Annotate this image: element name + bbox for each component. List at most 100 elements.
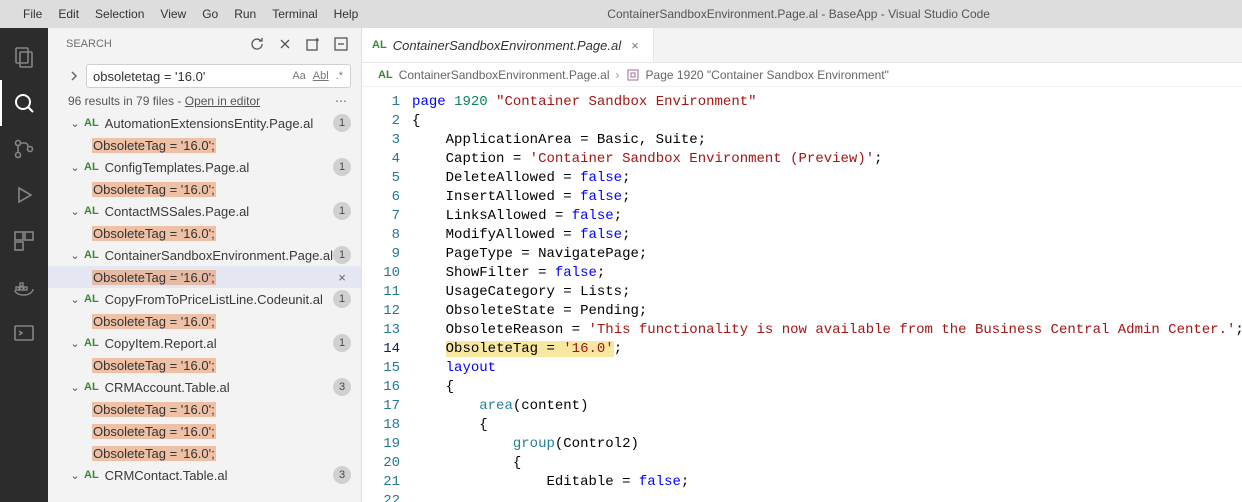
al-badge-icon: AL — [84, 161, 99, 173]
sidebar-title: Search — [66, 38, 112, 50]
collapse-icon[interactable] — [331, 34, 351, 54]
close-tab-icon[interactable]: × — [627, 38, 643, 53]
breadcrumb-symbol[interactable]: Page 1920 "Container Sandbox Environment… — [646, 68, 889, 82]
extensions-icon[interactable] — [0, 218, 48, 264]
menu-help[interactable]: Help — [327, 4, 366, 24]
match-count-badge: 1 — [333, 202, 351, 220]
file-name: ConfigTemplates.Page.al — [105, 160, 333, 175]
search-result-match[interactable]: ObsoleteTag = '16.0'; — [48, 134, 361, 156]
editor-tabs: AL ContainerSandboxEnvironment.Page.al × — [362, 28, 1242, 63]
search-result-match[interactable]: ObsoleteTag = '16.0'; — [48, 310, 361, 332]
menu-edit[interactable]: Edit — [51, 4, 86, 24]
file-name: CRMContact.Table.al — [105, 468, 333, 483]
match-count-badge: 3 — [333, 466, 351, 484]
search-icon[interactable] — [0, 80, 48, 126]
menu-view[interactable]: View — [153, 4, 193, 24]
match-text: ObsoleteTag = '16.0'; — [92, 182, 216, 197]
search-result-file[interactable]: ⌄ALCRMContact.Table.al3 — [48, 464, 361, 486]
refresh-icon[interactable] — [247, 34, 267, 54]
terminal-panel-icon[interactable] — [0, 310, 48, 356]
symbol-icon — [626, 68, 640, 82]
al-badge-icon: AL — [84, 381, 99, 393]
al-badge-icon: AL — [372, 39, 387, 51]
editor-tab[interactable]: AL ContainerSandboxEnvironment.Page.al × — [362, 28, 654, 62]
code-editor[interactable]: 12345678910111213141516171819202122 page… — [362, 87, 1242, 502]
search-result-file[interactable]: ⌄AL CopyFromToPriceListLine.Codeunit.al1 — [48, 288, 361, 310]
search-result-file[interactable]: ⌄AL AutomationExtensionsEntity.Page.al1 — [48, 112, 361, 134]
search-result-file[interactable]: ⌄AL CopyItem.Report.al1 — [48, 332, 361, 354]
regex-toggle[interactable]: .* — [334, 69, 345, 83]
titlebar: File Edit Selection View Go Run Terminal… — [0, 0, 1242, 28]
chevron-down-icon[interactable]: ⌄ — [68, 117, 82, 130]
dismiss-match-icon[interactable]: × — [333, 268, 351, 286]
file-name: CopyFromToPriceListLine.Codeunit.al — [105, 292, 333, 307]
match-case-toggle[interactable]: Aa — [290, 69, 307, 83]
new-search-icon[interactable] — [303, 34, 323, 54]
chevron-down-icon[interactable]: ⌄ — [68, 205, 82, 218]
chevron-right-icon: › — [616, 68, 620, 82]
file-name: ContainerSandboxEnvironment.Page.al — [105, 248, 333, 263]
search-result-file[interactable]: ⌄ALContainerSandboxEnvironment.Page.al1 — [48, 244, 361, 266]
results-summary-text: 96 results in 79 files - Open in editor — [68, 94, 260, 108]
explorer-icon[interactable] — [0, 34, 48, 80]
menu-selection[interactable]: Selection — [88, 4, 151, 24]
match-word-toggle[interactable]: Abl — [311, 69, 331, 83]
search-result-file[interactable]: ⌄AL ContactMSSales.Page.al1 — [48, 200, 361, 222]
chevron-down-icon[interactable]: ⌄ — [68, 293, 82, 306]
menu-file[interactable]: File — [16, 4, 49, 24]
match-count-badge: 1 — [333, 290, 351, 308]
match-count-badge: 1 — [333, 158, 351, 176]
sidebar-header: Search — [48, 28, 361, 60]
match-text: ObsoleteTag = '16.0'; — [92, 358, 216, 373]
line-gutter: 12345678910111213141516171819202122 — [362, 87, 412, 502]
match-count-badge: 1 — [333, 334, 351, 352]
match-text: ObsoleteTag = '16.0'; — [92, 446, 216, 461]
al-badge-icon: AL — [84, 337, 99, 349]
source-control-icon[interactable] — [0, 126, 48, 172]
run-debug-icon[interactable] — [0, 172, 48, 218]
chevron-down-icon[interactable]: ⌄ — [68, 469, 82, 482]
menu-terminal[interactable]: Terminal — [265, 4, 324, 24]
editor-area: AL ContainerSandboxEnvironment.Page.al ×… — [362, 28, 1242, 502]
chevron-down-icon[interactable]: ⌄ — [68, 381, 82, 394]
match-text: ObsoleteTag = '16.0'; — [92, 424, 216, 439]
file-name: AutomationExtensionsEntity.Page.al — [105, 116, 333, 131]
search-result-match[interactable]: ObsoleteTag = '16.0'; — [48, 398, 361, 420]
search-result-match[interactable]: ObsoleteTag = '16.0'; — [48, 178, 361, 200]
search-result-match[interactable]: ObsoleteTag = '16.0'; — [48, 442, 361, 464]
match-count-badge: 3 — [333, 378, 351, 396]
search-results-tree[interactable]: ⌄ALAutomationExtensionsEntity.Page.al1Ob… — [48, 110, 361, 502]
search-result-match[interactable]: ObsoleteTag = '16.0'; — [48, 420, 361, 442]
al-badge-icon: AL — [378, 69, 393, 81]
breadcrumb-file[interactable]: ContainerSandboxEnvironment.Page.al — [399, 68, 610, 82]
toggle-replace-icon[interactable] — [68, 70, 84, 82]
search-result-match[interactable]: ObsoleteTag = '16.0'; — [48, 222, 361, 244]
file-name: CRMAccount.Table.al — [105, 380, 333, 395]
menu-go[interactable]: Go — [195, 4, 225, 24]
search-result-match[interactable]: ObsoleteTag = '16.0'; — [48, 354, 361, 376]
chevron-down-icon[interactable]: ⌄ — [68, 337, 82, 350]
docker-icon[interactable] — [0, 264, 48, 310]
search-result-file[interactable]: ⌄AL CRMAccount.Table.al3 — [48, 376, 361, 398]
search-sidebar: Search Aa Abl .* 96 results in 79 files … — [48, 28, 362, 502]
breadcrumbs[interactable]: AL ContainerSandboxEnvironment.Page.al ›… — [362, 63, 1242, 87]
al-badge-icon: AL — [84, 117, 99, 129]
al-badge-icon: AL — [84, 293, 99, 305]
match-text: ObsoleteTag = '16.0'; — [92, 402, 216, 417]
open-in-editor-link[interactable]: Open in editor — [185, 94, 260, 108]
clear-icon[interactable] — [275, 34, 295, 54]
activity-bar — [0, 28, 48, 502]
file-name: CopyItem.Report.al — [105, 336, 333, 351]
chevron-down-icon[interactable]: ⌄ — [68, 161, 82, 174]
code-content[interactable]: page 1920 "Container Sandbox Environment… — [412, 87, 1242, 502]
match-text: ObsoleteTag = '16.0'; — [92, 270, 216, 285]
al-badge-icon: AL — [84, 205, 99, 217]
chevron-down-icon[interactable]: ⌄ — [68, 249, 82, 262]
file-name: ContactMSSales.Page.al — [105, 204, 333, 219]
match-count-badge: 1 — [333, 114, 351, 132]
main-menu: File Edit Selection View Go Run Terminal… — [16, 4, 365, 24]
search-result-file[interactable]: ⌄AL ConfigTemplates.Page.al1 — [48, 156, 361, 178]
more-actions-icon[interactable]: ⋯ — [331, 94, 351, 108]
menu-run[interactable]: Run — [227, 4, 263, 24]
search-result-match[interactable]: ObsoleteTag = '16.0'; × — [48, 266, 361, 288]
